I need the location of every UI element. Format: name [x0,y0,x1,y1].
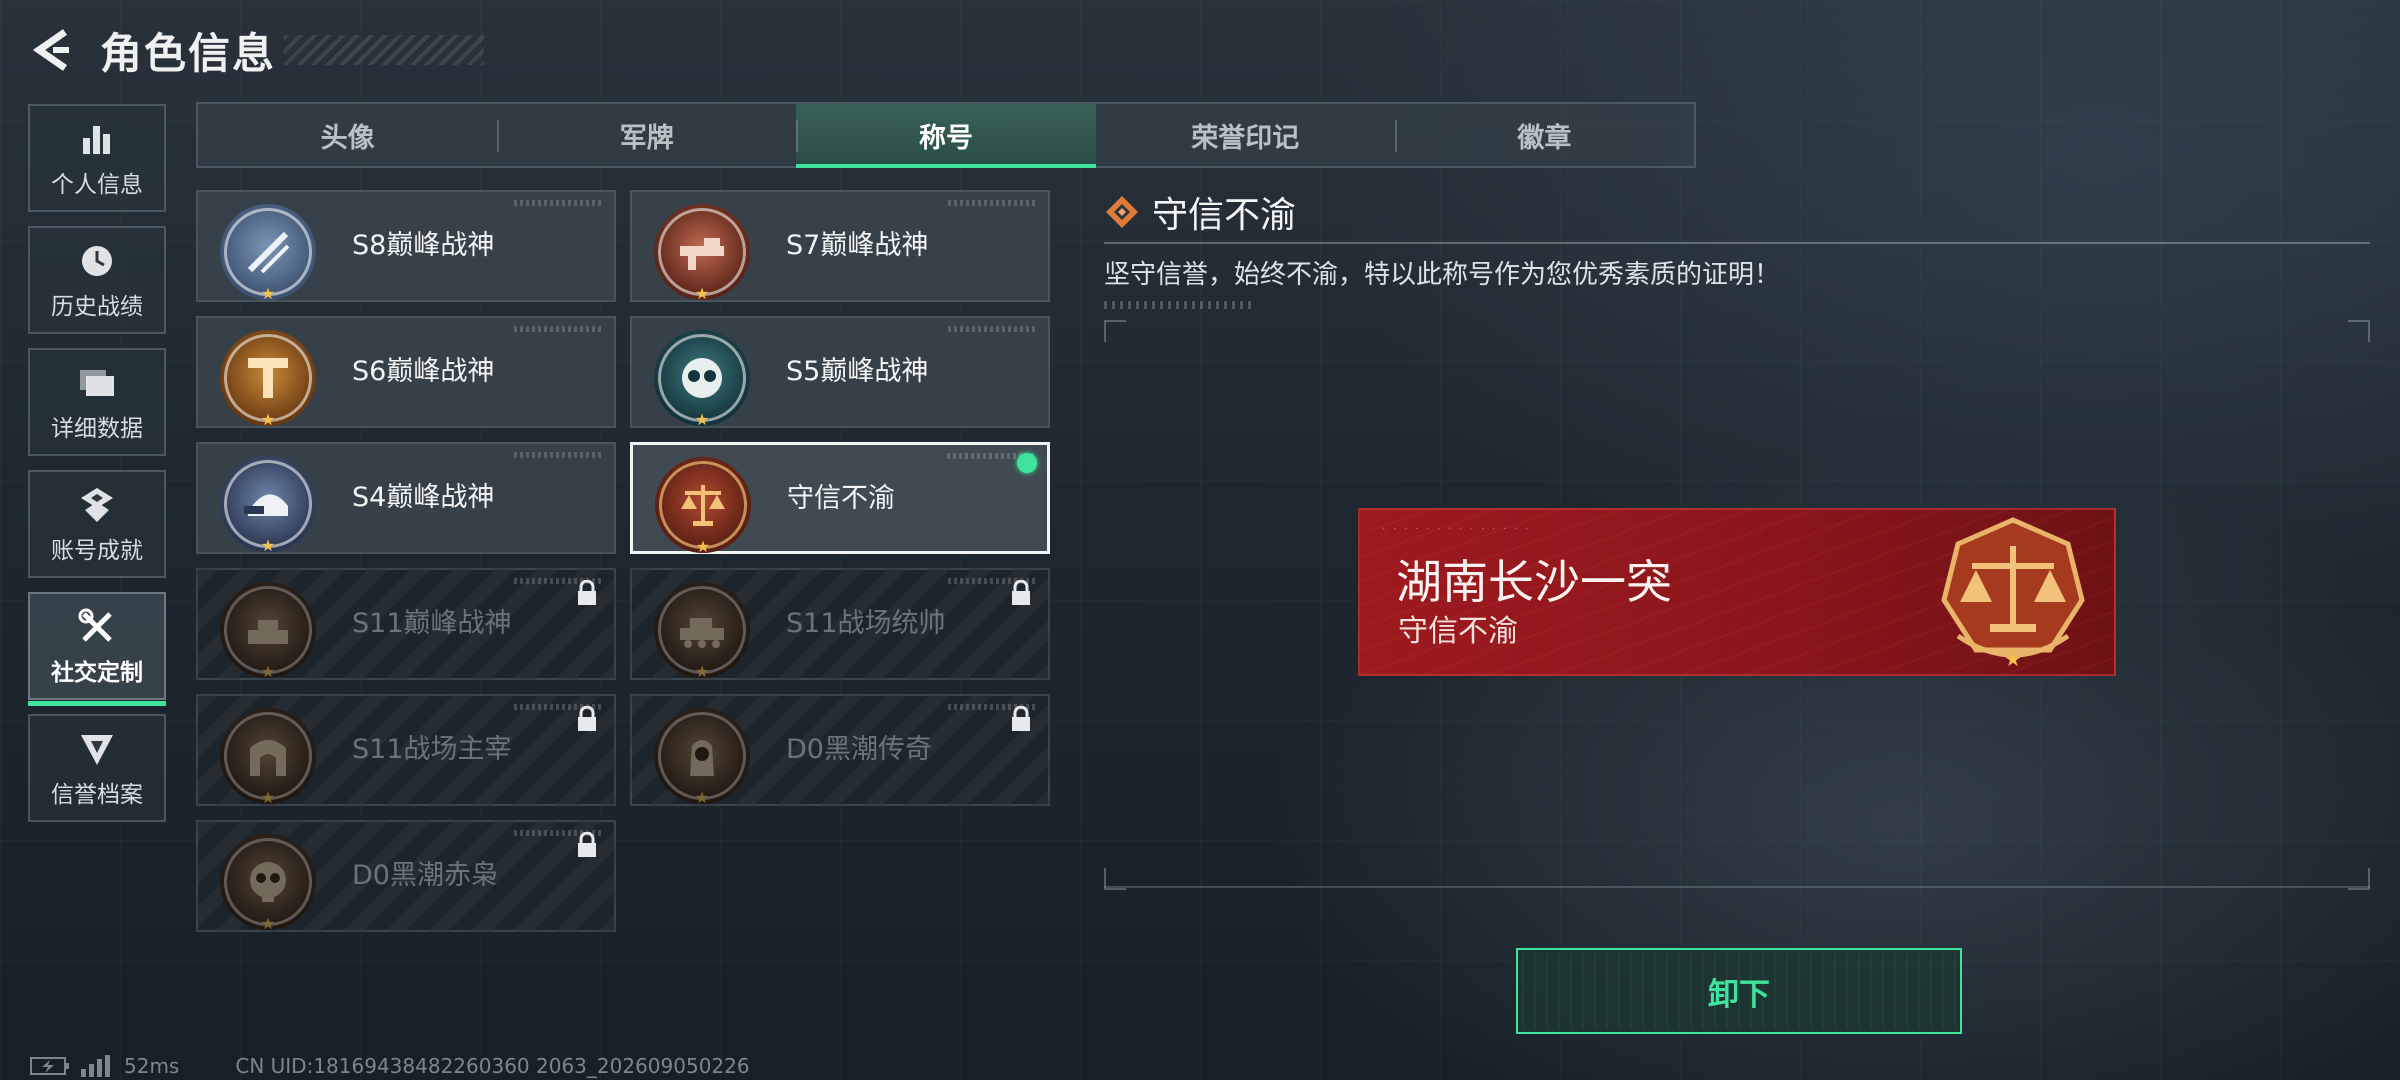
sidebar-item-label: 历史战绩 [51,294,143,320]
back-button[interactable] [28,27,74,73]
lock-icon [578,832,596,857]
folder-icon [78,361,116,405]
title-name: S11巅峰战神 [352,608,512,639]
lock-icon [1012,706,1030,731]
sidebar-item-label: 个人信息 [51,172,143,198]
title-card[interactable]: ★ S4巅峰战神 [196,442,616,554]
uid-text: CN UID:18169438482260360 2063_2026090502… [235,1054,750,1078]
title-emblem-icon: ★ [220,834,316,932]
title-card-locked[interactable]: ★ S11战场统帅 [630,568,1050,680]
svg-text:★: ★ [2004,647,2022,671]
tab-badge[interactable]: 徽章 [1394,104,1694,166]
achievement-icon [79,483,115,527]
title-name: S8巅峰战神 [352,230,495,261]
title-card[interactable]: ★ S5巅峰战神 [630,316,1050,428]
tab-honor-mark[interactable]: 荣誉印记 [1096,104,1395,166]
title-card[interactable]: ★ S7巅峰战神 [630,190,1050,302]
sidebar-item-label: 信誉档案 [51,782,143,808]
title-name: D0黑潮赤枭 [352,860,498,891]
lock-icon [578,580,596,605]
unequip-button[interactable]: 卸下 [1516,948,1962,1034]
title-name: S6巅峰战神 [352,356,495,387]
title-card[interactable]: ★ S8巅峰战神 [196,190,616,302]
title-name: S11战场主宰 [352,734,512,765]
ping-value: 52ms [124,1054,180,1078]
sidebar-item-history[interactable]: 历史战绩 [28,226,166,334]
page-title: 角色信息 [100,28,277,78]
battery-icon [30,1057,69,1075]
lock-icon [578,706,596,731]
back-arrow-icon [32,29,69,71]
title-name: S4巅峰战神 [352,482,495,513]
diamond-icon [1106,196,1138,228]
sidebar-item-social-custom[interactable]: 社交定制 [28,592,166,706]
title-banner-preview: · · · · · · · · · · · · · · 湖南长沙一突 守信不渝 … [1358,508,2116,676]
title-card-locked[interactable]: ★ D0黑潮赤枭 [196,820,616,932]
decoration-ticks [1104,301,1254,309]
bar-chart-icon [80,117,114,161]
signal-icon [81,1055,110,1077]
scales-emblem-icon: ★ [655,457,751,555]
title-name: 守信不渝 [787,483,895,514]
shield-icon [79,727,115,771]
title-name: S5巅峰战神 [786,356,929,387]
divider [1104,886,2370,888]
sidebar-item-personal-info[interactable]: 个人信息 [28,104,166,212]
title-emblem-icon: ★ [654,708,750,806]
status-bar: 52ms CN UID:18169438482260360 2063_20260… [30,1054,750,1078]
title-name: S7巅峰战神 [786,230,929,261]
category-tabs: 头像 军牌 称号 荣誉印记 徽章 [196,102,1696,168]
sidebar-item-detail-data[interactable]: 详细数据 [28,348,166,456]
lock-icon [1012,580,1030,605]
sidebar-item-label: 账号成就 [51,538,143,564]
detail-title: 守信不渝 [1152,195,1297,236]
title-emblem-icon: ★ [220,456,316,554]
equipped-indicator [1017,453,1037,473]
title-name: D0黑潮传奇 [786,734,932,765]
clock-icon [79,239,115,283]
divider [1104,242,2370,244]
title-emblem-icon: ★ [654,330,750,428]
banner-title: 守信不渝 [1398,614,1518,649]
sidebar-item-achievements[interactable]: 账号成就 [28,470,166,578]
title-name: S11战场统帅 [786,608,946,639]
title-emblem-icon: ★ [220,582,316,680]
title-emblem-icon: ★ [220,204,316,302]
detail-description: 坚守信誉，始终不渝，特以此称号作为您优秀素质的证明！ [1104,260,1781,290]
title-emblem-icon: ★ [654,204,750,302]
detail-header: 守信不渝 [1104,190,2370,236]
title-detail: 守信不渝 坚守信誉，始终不渝，特以此称号作为您优秀素质的证明！ [1104,190,2370,309]
title-emblem-icon: ★ [220,330,316,428]
tab-avatar[interactable]: 头像 [198,104,497,166]
tools-icon [78,605,116,649]
header: 角色信息 [28,22,485,78]
title-card-locked[interactable]: ★ S11战场主宰 [196,694,616,806]
sidebar: 个人信息 历史战绩 详细数据 账号成就 社交定制 信誉档案 [28,104,166,836]
title-card[interactable]: ★ S6巅峰战神 [196,316,616,428]
title-card-locked[interactable]: ★ D0黑潮传奇 [630,694,1050,806]
title-emblem-icon: ★ [220,708,316,806]
title-emblem-icon: ★ [654,582,750,680]
banner-decoration: · · · · · · · · · · · · · · [1382,522,1531,535]
scales-emblem-icon: ★ [1941,517,2085,671]
tab-dog-tag[interactable]: 军牌 [497,104,796,166]
title-card-locked[interactable]: ★ S11巅峰战神 [196,568,616,680]
unequip-button-label: 卸下 [1708,976,1770,1013]
sidebar-item-label: 详细数据 [51,416,143,442]
tab-title[interactable]: 称号 [796,104,1096,168]
sidebar-item-credit[interactable]: 信誉档案 [28,714,166,822]
title-card-selected[interactable]: ★ 守信不渝 [630,442,1050,555]
player-name: 湖南长沙一突 [1396,555,1672,609]
sidebar-item-label: 社交定制 [51,660,143,686]
title-decoration [284,35,485,65]
